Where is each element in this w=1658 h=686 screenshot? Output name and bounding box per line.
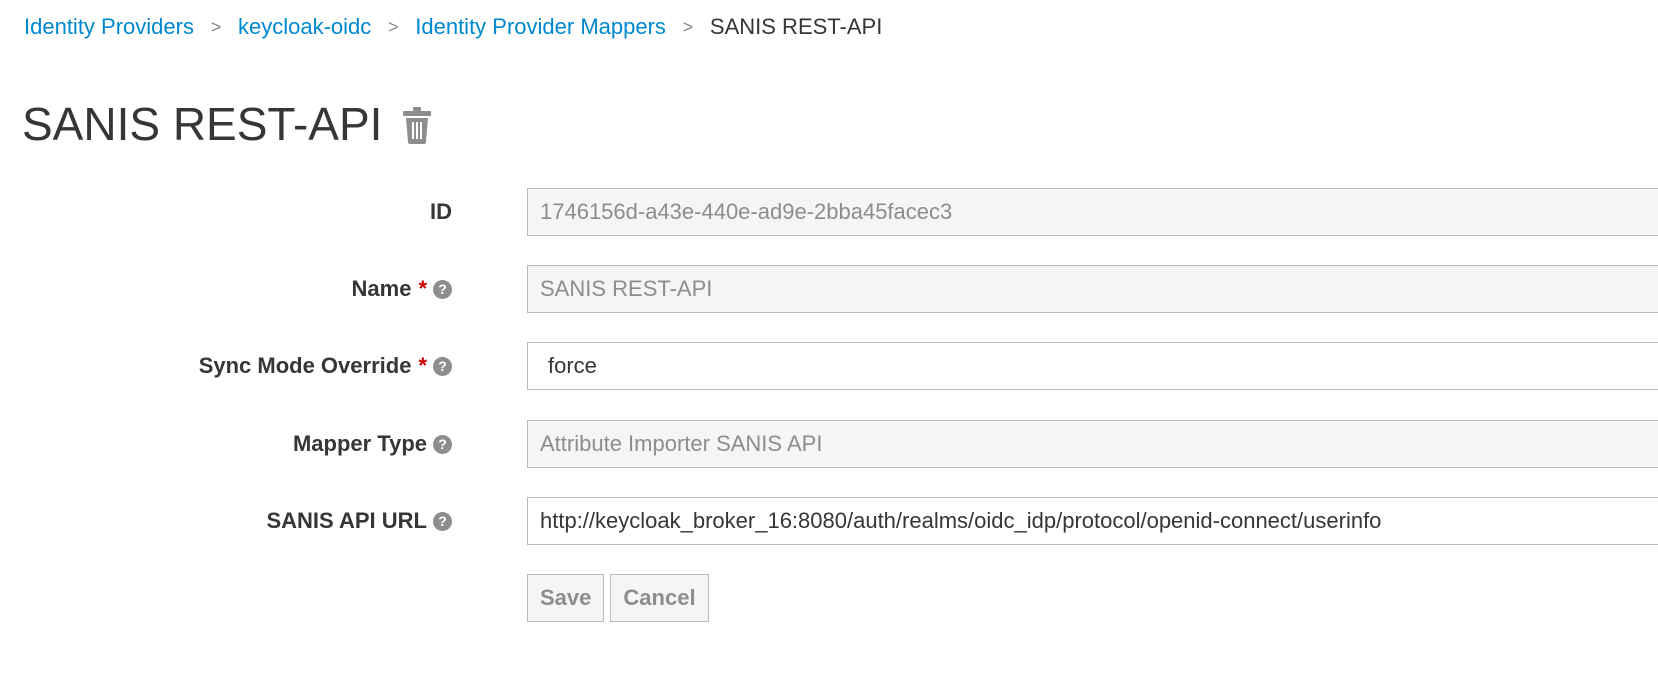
form-row-name: Name * ?: [0, 265, 1658, 313]
save-button[interactable]: Save: [527, 574, 604, 622]
sync-mode-label-text: Sync Mode Override: [198, 353, 412, 378]
api-url-label-text: SANIS API URL: [266, 508, 427, 533]
api-url-label: SANIS API URL ?: [266, 497, 452, 545]
mapper-type-field[interactable]: [527, 420, 1658, 468]
api-url-field[interactable]: [527, 497, 1658, 545]
breadcrumb: Identity Providers > keycloak-oidc > Ide…: [24, 10, 882, 44]
form-row-mapper-type: Mapper Type ?: [0, 420, 1658, 468]
breadcrumb-separator: >: [387, 16, 399, 37]
name-label-text: Name: [351, 276, 412, 301]
breadcrumb-separator: >: [682, 16, 694, 37]
breadcrumb-identity-providers[interactable]: Identity Providers: [24, 14, 194, 40]
help-icon[interactable]: ?: [433, 511, 452, 531]
form-row-api-url: SANIS API URL ?: [0, 497, 1658, 545]
name-field[interactable]: [527, 265, 1658, 313]
help-icon[interactable]: ?: [433, 356, 452, 376]
help-icon[interactable]: ?: [433, 434, 452, 454]
required-marker: *: [418, 353, 427, 378]
form-row-sync-mode: Sync Mode Override * ? force: [0, 342, 1658, 390]
id-label-text: ID: [430, 199, 452, 224]
name-label: Name * ?: [352, 265, 452, 313]
sync-mode-label: Sync Mode Override * ?: [199, 342, 452, 390]
cancel-button[interactable]: Cancel: [610, 574, 709, 622]
breadcrumb-identity-provider-mappers[interactable]: Identity Provider Mappers: [415, 14, 666, 40]
breadcrumb-keycloak-oidc[interactable]: keycloak-oidc: [238, 14, 371, 40]
page-title: SANIS REST-API: [22, 98, 383, 150]
breadcrumb-current: SANIS REST-API: [709, 14, 883, 39]
required-marker: *: [418, 276, 427, 301]
help-icon[interactable]: ?: [433, 279, 452, 299]
id-label: ID: [430, 188, 452, 236]
breadcrumb-separator: >: [210, 16, 222, 37]
id-field[interactable]: [527, 188, 1658, 236]
mapper-type-label: Mapper Type ?: [293, 420, 452, 468]
form-row-id: ID: [0, 188, 1658, 236]
sync-mode-selected-value: force: [548, 353, 597, 378]
trash-icon[interactable]: [402, 104, 432, 144]
page-title-container: SANIS REST-API: [22, 96, 432, 152]
mapper-type-label-text: Mapper Type: [292, 431, 427, 456]
sync-mode-select[interactable]: force: [527, 342, 1658, 390]
